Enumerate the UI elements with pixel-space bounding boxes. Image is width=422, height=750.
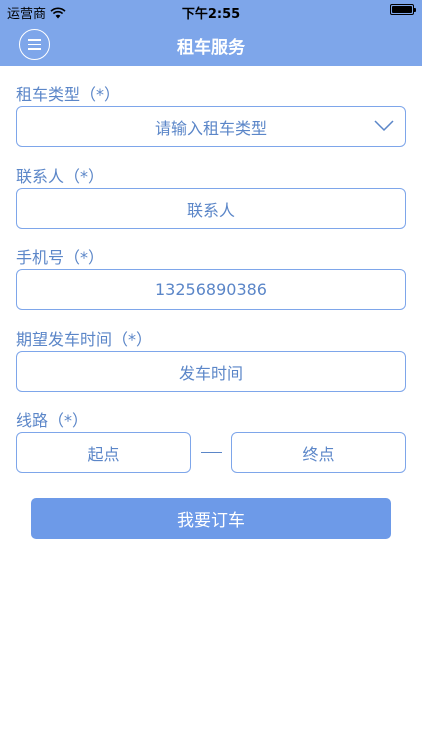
route-end-input[interactable]: 终点: [231, 432, 406, 473]
app-header: 运营商 下午2:55 租车服务: [0, 0, 422, 66]
chevron-down-icon: [374, 120, 394, 132]
car-type-label: 租车类型（*）: [16, 85, 121, 104]
phone-value: 13256890386: [155, 280, 267, 299]
page-title: 租车服务: [177, 38, 245, 58]
status-time: 下午2:55: [181, 7, 241, 22]
route-end-placeholder: 终点: [302, 444, 335, 464]
book-car-button[interactable]: 我要订车: [31, 498, 391, 539]
route-separator: [201, 452, 222, 453]
contact-input[interactable]: 联系人: [16, 188, 406, 229]
battery-icon: [390, 4, 416, 15]
contact-placeholder: 联系人: [186, 200, 235, 220]
departure-time-placeholder: 发车时间: [178, 363, 243, 383]
departure-time-input[interactable]: 发车时间: [16, 351, 406, 392]
nav-bar: 租车服务: [0, 22, 422, 66]
route-start-input[interactable]: 起点: [16, 432, 191, 473]
phone-input[interactable]: 13256890386: [16, 269, 406, 310]
car-type-placeholder: 请输入租车类型: [154, 118, 267, 138]
departure-time-label: 期望发车时间（*）: [16, 330, 153, 349]
contact-label: 联系人（*）: [16, 167, 105, 186]
car-type-select[interactable]: 请输入租车类型: [16, 106, 406, 147]
status-bar: 运营商 下午2:55: [0, 0, 422, 22]
phone-label: 手机号（*）: [16, 248, 105, 267]
route-start-placeholder: 起点: [87, 444, 120, 464]
route-label: 线路（*）: [16, 411, 89, 430]
book-car-label: 我要订车: [177, 511, 245, 531]
